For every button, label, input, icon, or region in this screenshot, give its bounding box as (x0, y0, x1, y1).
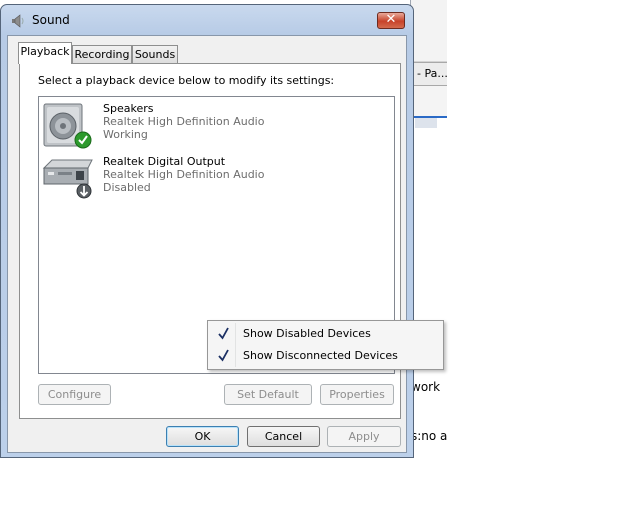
device-digital-output[interactable]: Realtek Digital Output Realtek High Defi… (39, 152, 379, 200)
ok-button[interactable]: OK (166, 426, 239, 447)
set-default-button[interactable]: Set Default (224, 384, 312, 405)
background-window: - Pa... work s:no a (410, 0, 447, 458)
device-driver: Realtek High Definition Audio (103, 115, 265, 128)
menu-item-label: Show Disabled Devices (243, 327, 371, 340)
menu-item-show-disconnected[interactable]: Show Disconnected Devices (210, 345, 441, 367)
background-text-work: work (411, 380, 441, 394)
background-tab-bar (411, 86, 447, 118)
speaker-title-icon (12, 14, 24, 28)
menu-item-label: Show Disconnected Devices (243, 349, 398, 362)
device-speakers[interactable]: Speakers Realtek High Definition Audio W… (39, 99, 379, 149)
sound-dialog: Sound ✕ Playback Recording Sounds Select… (0, 4, 414, 458)
tab-recording[interactable]: Recording (72, 45, 132, 64)
device-status: Working (103, 128, 148, 141)
background-tab[interactable]: - Pa... (411, 62, 447, 86)
dialog-client: Playback Recording Sounds Select a playb… (7, 35, 407, 453)
dialog-title: Sound (32, 13, 70, 27)
instruction-text: Select a playback device below to modify… (38, 74, 335, 87)
check-icon (218, 349, 229, 362)
device-name: Speakers (103, 102, 154, 115)
digital-output-icon (42, 159, 93, 199)
configure-button[interactable]: Configure (38, 384, 111, 405)
apply-button[interactable]: Apply (327, 426, 401, 447)
check-icon (218, 327, 229, 340)
tab-playback[interactable]: Playback (18, 42, 72, 64)
properties-button[interactable]: Properties (320, 384, 394, 405)
background-toolbar (411, 0, 447, 62)
menu-item-show-disabled[interactable]: Show Disabled Devices (210, 323, 441, 345)
close-button[interactable]: ✕ (377, 12, 405, 29)
device-driver: Realtek High Definition Audio (103, 168, 265, 181)
device-status: Disabled (103, 181, 151, 194)
background-text-no: s:no a (411, 429, 447, 443)
title-bar[interactable]: Sound ✕ (1, 5, 413, 35)
speaker-icon (43, 103, 92, 149)
device-name: Realtek Digital Output (103, 155, 226, 168)
cancel-button[interactable]: Cancel (247, 426, 320, 447)
tab-sounds[interactable]: Sounds (132, 45, 178, 64)
background-notch (415, 118, 437, 128)
context-menu: Show Disabled Devices Show Disconnected … (207, 320, 444, 370)
